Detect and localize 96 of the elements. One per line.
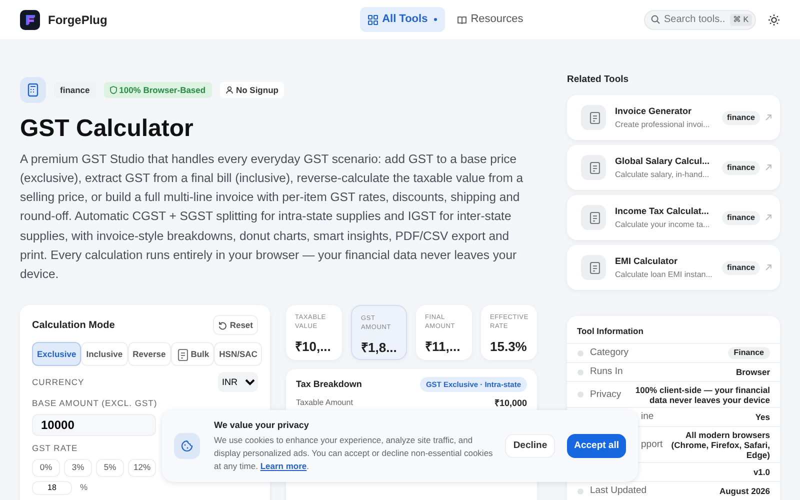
calculator-icon bbox=[27, 83, 39, 97]
tool-name: Global Salary Calcul... bbox=[615, 155, 710, 168]
nav-link[interactable]: Resources bbox=[448, 7, 532, 32]
row-label: Taxable Amount bbox=[296, 397, 353, 410]
info-value: Yes bbox=[755, 412, 770, 422]
mode-tab[interactable]: Inclusive bbox=[81, 342, 128, 366]
reset-icon bbox=[218, 320, 227, 330]
arrow-icon bbox=[765, 214, 772, 222]
section-title: Calculation Mode bbox=[32, 318, 115, 333]
info-label: ine bbox=[641, 412, 654, 422]
info-row-icon bbox=[577, 368, 584, 376]
mode-tab[interactable]: Bulk bbox=[170, 342, 214, 366]
info-value: v1.0 bbox=[753, 467, 770, 477]
grid-icon bbox=[368, 14, 378, 24]
info-label: Last Updated bbox=[590, 486, 647, 496]
info-value: 100% client-side — your financial data never leaves your device bbox=[634, 384, 770, 404]
field-label: BASE AMOUNT (EXCL. GST) bbox=[32, 397, 158, 410]
info-label: Privacy bbox=[590, 390, 622, 400]
info-label: Category bbox=[590, 348, 629, 358]
info-value: All modern browsers (Chrome, Firefox, Safari, Edge) bbox=[670, 430, 770, 460]
document-icon bbox=[588, 211, 600, 224]
info-row-icon bbox=[577, 488, 584, 494]
shield-icon bbox=[110, 86, 117, 94]
tool-summary: Calculate loan EMI instan... bbox=[615, 268, 714, 280]
tool-summary: Calculate your income ta... bbox=[615, 218, 711, 230]
arrow-icon bbox=[765, 164, 772, 172]
related-tool-card[interactable]: EMI Calculator Calculate loan EMI instan... finance bbox=[567, 245, 780, 290]
shortcut-hint: ⌘ K bbox=[730, 14, 752, 26]
info-value: Finance bbox=[728, 347, 770, 359]
cookie-icon bbox=[181, 440, 193, 452]
tool-name: Income Tax Calculat... bbox=[615, 205, 709, 218]
related-tool-card[interactable]: Income Tax Calculat... Calculate your income ta... finance bbox=[567, 195, 780, 240]
tag-badge: 100% Browser-Based bbox=[104, 82, 212, 98]
tool-summary: Calculate salary, in-hand... bbox=[615, 168, 710, 180]
brand-name[interactable]: ForgePlug bbox=[48, 10, 108, 28]
info-value: August 2026 bbox=[719, 486, 770, 496]
related-tool-card[interactable]: Invoice Generator Create professional invoi... finance bbox=[567, 95, 780, 140]
stat-value: ₹11,... bbox=[425, 338, 462, 356]
mode-tab[interactable]: HSN/SAC bbox=[214, 342, 262, 366]
mode-tab[interactable]: Exclusive bbox=[32, 342, 82, 366]
tool-name: Invoice Generator bbox=[615, 105, 692, 118]
nav-link[interactable]: All Tools bbox=[360, 7, 445, 32]
rate-chip[interactable]: 5% bbox=[96, 458, 124, 477]
mode-tab[interactable]: Reverse bbox=[128, 342, 171, 366]
page-title: GST Calculator bbox=[20, 115, 194, 144]
learn-more-link[interactable]: Learn more bbox=[260, 461, 307, 472]
info-label: pport bbox=[641, 440, 663, 450]
search-box[interactable]: Search tools... ⌘ K bbox=[644, 10, 756, 30]
custom-rate-field[interactable]: 18 bbox=[32, 480, 72, 495]
user-icon bbox=[226, 86, 234, 94]
tag-badge: No Signup bbox=[220, 82, 284, 98]
decline-button[interactable]: Decline bbox=[505, 434, 556, 458]
section-title: Related Tools bbox=[567, 73, 630, 87]
document-icon bbox=[176, 348, 188, 361]
tool-name: EMI Calculator bbox=[615, 255, 678, 268]
theme-toggle-icon[interactable] bbox=[768, 14, 780, 26]
cookie-title: We value your privacy bbox=[214, 418, 310, 432]
reset-button[interactable]: Reset bbox=[212, 315, 258, 336]
book-icon bbox=[456, 14, 467, 24]
rate-chip[interactable]: 12% bbox=[128, 458, 156, 477]
document-icon bbox=[588, 111, 600, 124]
field-label: CURRENCY bbox=[32, 376, 84, 389]
tool-summary: Create professional invoi... bbox=[615, 118, 711, 130]
stat-value: ₹1,8... bbox=[361, 339, 397, 358]
arrow-icon bbox=[765, 264, 772, 272]
info-row-icon bbox=[577, 391, 584, 398]
section-title: Tax Breakdown bbox=[296, 378, 362, 392]
tool-description: A premium GST Studio that handles every everyday GST scenario: add GST to a base price (exclusive), extract GST from a final bill (inclusive), reverse-calculate the taxable value from a selling price, or build a full multi-line invoice with per-item GST rates, discounts, shipping and round-off. Automatic CGST + SGST splitting for intra-state supplies and IGST for inter-state supplies, with invoice-style breakdowns, donut charts, smart insights, PDF/CSV export and print. Every calculation runs entirely in your browser — your financial data never leaves your device. bbox=[20, 150, 524, 284]
currency-select[interactable]: INR bbox=[218, 372, 258, 392]
document-icon bbox=[588, 261, 600, 274]
rate-chip[interactable]: 3% bbox=[64, 458, 92, 477]
search-icon bbox=[651, 15, 660, 24]
active-dot-icon bbox=[434, 18, 437, 21]
stat-value: ₹10,... bbox=[295, 338, 332, 356]
info-label: Runs In bbox=[590, 367, 623, 377]
info-value: Browser bbox=[736, 367, 770, 377]
tag-badge: finance bbox=[722, 210, 760, 225]
rate-chip[interactable]: 0% bbox=[32, 458, 60, 477]
info-row-icon bbox=[577, 350, 584, 356]
accept-button[interactable]: Accept all bbox=[567, 434, 626, 458]
logo-icon bbox=[20, 10, 40, 30]
row-value: ₹10,000 bbox=[494, 397, 527, 410]
tag-badge: finance bbox=[54, 82, 96, 98]
related-tool-card[interactable]: Global Salary Calcul... Calculate salary, in-hand... finance bbox=[567, 145, 780, 190]
search-input[interactable]: Search tools... bbox=[664, 12, 726, 27]
amount-field[interactable]: 10000 bbox=[32, 414, 156, 436]
tag-badge: finance bbox=[722, 160, 760, 175]
tag-badge: finance bbox=[722, 110, 760, 125]
arrow-icon bbox=[765, 114, 772, 122]
field-label: GST RATE bbox=[32, 442, 78, 455]
cookie-text: We use cookies to enhance your experience, analyze site traffic, and display personalized ads. You can accept or decline non-essential cookies at any time. Learn more. bbox=[214, 434, 494, 474]
tag-badge: finance bbox=[722, 260, 760, 275]
document-icon bbox=[588, 161, 600, 174]
unit-label: % bbox=[80, 481, 88, 494]
section-title: Tool Information bbox=[576, 325, 644, 338]
stat-value: 15.3% bbox=[490, 338, 528, 356]
